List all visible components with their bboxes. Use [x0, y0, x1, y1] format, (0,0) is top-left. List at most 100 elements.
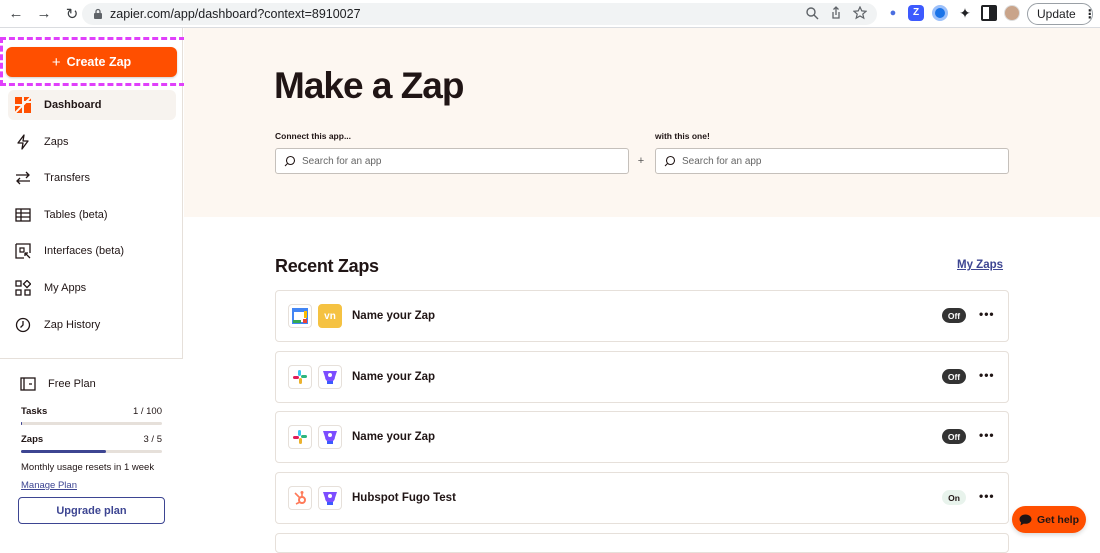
sidebar-item-interfaces[interactable]: Interfaces (beta) [8, 236, 176, 266]
lock-icon [94, 8, 102, 19]
tasks-value: 1 / 100 [132, 406, 162, 417]
sidebar-item-label: Dashboard [44, 99, 102, 111]
slack-icon [288, 365, 312, 389]
plan-header: Free Plan [20, 376, 96, 392]
plus-icon: + [51, 53, 61, 71]
plan-name: Free Plan [48, 378, 96, 390]
zoom-icon[interactable] [805, 6, 819, 20]
tasks-label: Tasks [21, 406, 48, 417]
sidebar-item-label: Zap History [44, 318, 101, 331]
extension-z-icon[interactable]: Z [908, 5, 924, 21]
fugo-icon [318, 365, 342, 389]
sidebar-item-label: Transfers [44, 172, 91, 185]
forward-icon[interactable]: → [32, 2, 56, 26]
slack-icon [288, 425, 312, 449]
zap-name[interactable]: Name your Zap [352, 431, 435, 443]
zap-row[interactable]: Name your Zap Off ••• [275, 411, 1009, 463]
google-calendar-icon [288, 304, 312, 328]
extension-record-icon[interactable] [932, 5, 948, 21]
wallet-icon [20, 377, 36, 391]
tasks-progress-fill [21, 422, 23, 425]
reload-icon[interactable]: ↻ [60, 2, 84, 26]
create-zap-button[interactable]: + Create Zap [6, 47, 177, 77]
sidebar: + Create Zap Dashboard Zaps Transfers Ta… [0, 28, 194, 548]
update-label: Update [1037, 7, 1076, 21]
zap-name[interactable]: Name your Zap [352, 310, 435, 322]
sidebar-item-label: Interfaces (beta) [44, 245, 125, 258]
update-button[interactable]: Update ⋮ [1027, 3, 1096, 25]
my-zaps-link[interactable]: My Zaps [957, 259, 1003, 271]
sidebar-item-zaps[interactable]: Zaps [8, 127, 176, 157]
bookmark-star-icon[interactable] [853, 6, 867, 20]
interface-icon [14, 242, 32, 260]
plus-separator: + [637, 155, 645, 167]
browser-toolbar: ← → ↻ zapier.com/app/dashboard?context=8… [0, 0, 1100, 28]
address-bar[interactable]: zapier.com/app/dashboard?context=8910027 [82, 3, 877, 25]
usage-reset-text: Monthly usage resets in 1 week [21, 462, 155, 473]
fugo-icon [318, 486, 342, 510]
sidebar-item-transfers[interactable]: Transfers [8, 163, 176, 193]
more-options-icon[interactable]: ••• [979, 368, 995, 382]
plan-panel: Free Plan Tasks 1 / 100 Zaps 3 / 5 Month… [0, 358, 183, 548]
search-icon [664, 155, 676, 167]
sidebar-item-label: My Apps [44, 281, 87, 294]
share-icon[interactable] [829, 6, 843, 20]
page-title: Make a Zap [274, 65, 464, 106]
sidebar-nav: Dashboard Zaps Transfers Tables (beta) I… [8, 90, 176, 346]
zaps-value: 3 / 5 [143, 434, 163, 445]
upgrade-plan-button[interactable]: Upgrade plan [18, 497, 165, 524]
sidebar-item-dashboard[interactable]: Dashboard [8, 90, 176, 120]
trigger-app-search-input[interactable]: Search for an app [275, 148, 629, 174]
zap-status-toggle[interactable]: Off [942, 308, 966, 323]
zap-status-toggle[interactable]: Off [942, 429, 966, 444]
fugo-icon [318, 425, 342, 449]
recent-zaps-title: Recent Zaps [275, 256, 379, 276]
zap-row[interactable]: vn Name your Zap Off ••• [275, 290, 1009, 342]
lightning-icon [14, 133, 32, 151]
zap-row[interactable]: Name your Zap Off ••• [275, 351, 1009, 403]
sidebar-item-my-apps[interactable]: My Apps [8, 273, 176, 303]
back-icon[interactable]: ← [4, 2, 28, 26]
zaps-label: Zaps [21, 434, 44, 445]
apps-icon [14, 279, 32, 297]
search-placeholder: Search for an app [682, 155, 762, 167]
manage-plan-link[interactable]: Manage Plan [21, 480, 77, 491]
chat-bubble-icon [1019, 514, 1032, 525]
zap-name[interactable]: Hubspot Fugo Test [352, 492, 456, 504]
get-help-button[interactable]: Get help [1012, 506, 1086, 533]
vn-app-icon: vn [318, 304, 342, 328]
extension-people-icon[interactable]: ● [885, 5, 901, 21]
more-options-icon[interactable]: ••• [979, 307, 995, 321]
create-zap-label: Create Zap [66, 55, 132, 69]
zap-row[interactable]: Hubspot Fugo Test On ••• [275, 472, 1009, 524]
tasks-progress-bar [21, 422, 162, 425]
table-icon [14, 206, 32, 224]
kebab-menu-icon[interactable]: ⋮ [1084, 7, 1096, 21]
profile-avatar[interactable] [1004, 5, 1020, 21]
connect-app-label: Connect this app... [275, 131, 352, 141]
sidebar-item-zap-history[interactable]: Zap History [8, 310, 176, 340]
hubspot-icon [288, 486, 312, 510]
sidepanel-icon[interactable] [981, 5, 997, 21]
zap-row[interactable] [275, 533, 1009, 553]
zap-name[interactable]: Name your Zap [352, 371, 435, 383]
zap-status-toggle[interactable]: On [942, 490, 966, 505]
get-help-label: Get help [1036, 513, 1079, 526]
action-app-search-input[interactable]: Search for an app [655, 148, 1009, 174]
search-placeholder: Search for an app [302, 155, 382, 167]
zaps-meter: Zaps 3 / 5 [21, 434, 162, 453]
search-icon [284, 155, 296, 167]
zaps-progress-bar [21, 450, 162, 453]
sidebar-item-label: Zaps [44, 135, 69, 148]
zap-status-toggle[interactable]: Off [942, 369, 966, 384]
transfer-icon [14, 169, 32, 187]
sidebar-item-tables[interactable]: Tables (beta) [8, 200, 176, 230]
more-options-icon[interactable]: ••• [979, 428, 995, 442]
extensions-puzzle-icon[interactable]: ✦ [957, 5, 973, 21]
sidebar-item-label: Tables (beta) [44, 208, 108, 221]
more-options-icon[interactable]: ••• [979, 489, 995, 503]
clock-icon [14, 316, 32, 334]
zaps-progress-fill [21, 450, 106, 453]
url-text: zapier.com/app/dashboard?context=8910027 [110, 7, 361, 21]
with-app-label: with this one! [655, 131, 710, 141]
